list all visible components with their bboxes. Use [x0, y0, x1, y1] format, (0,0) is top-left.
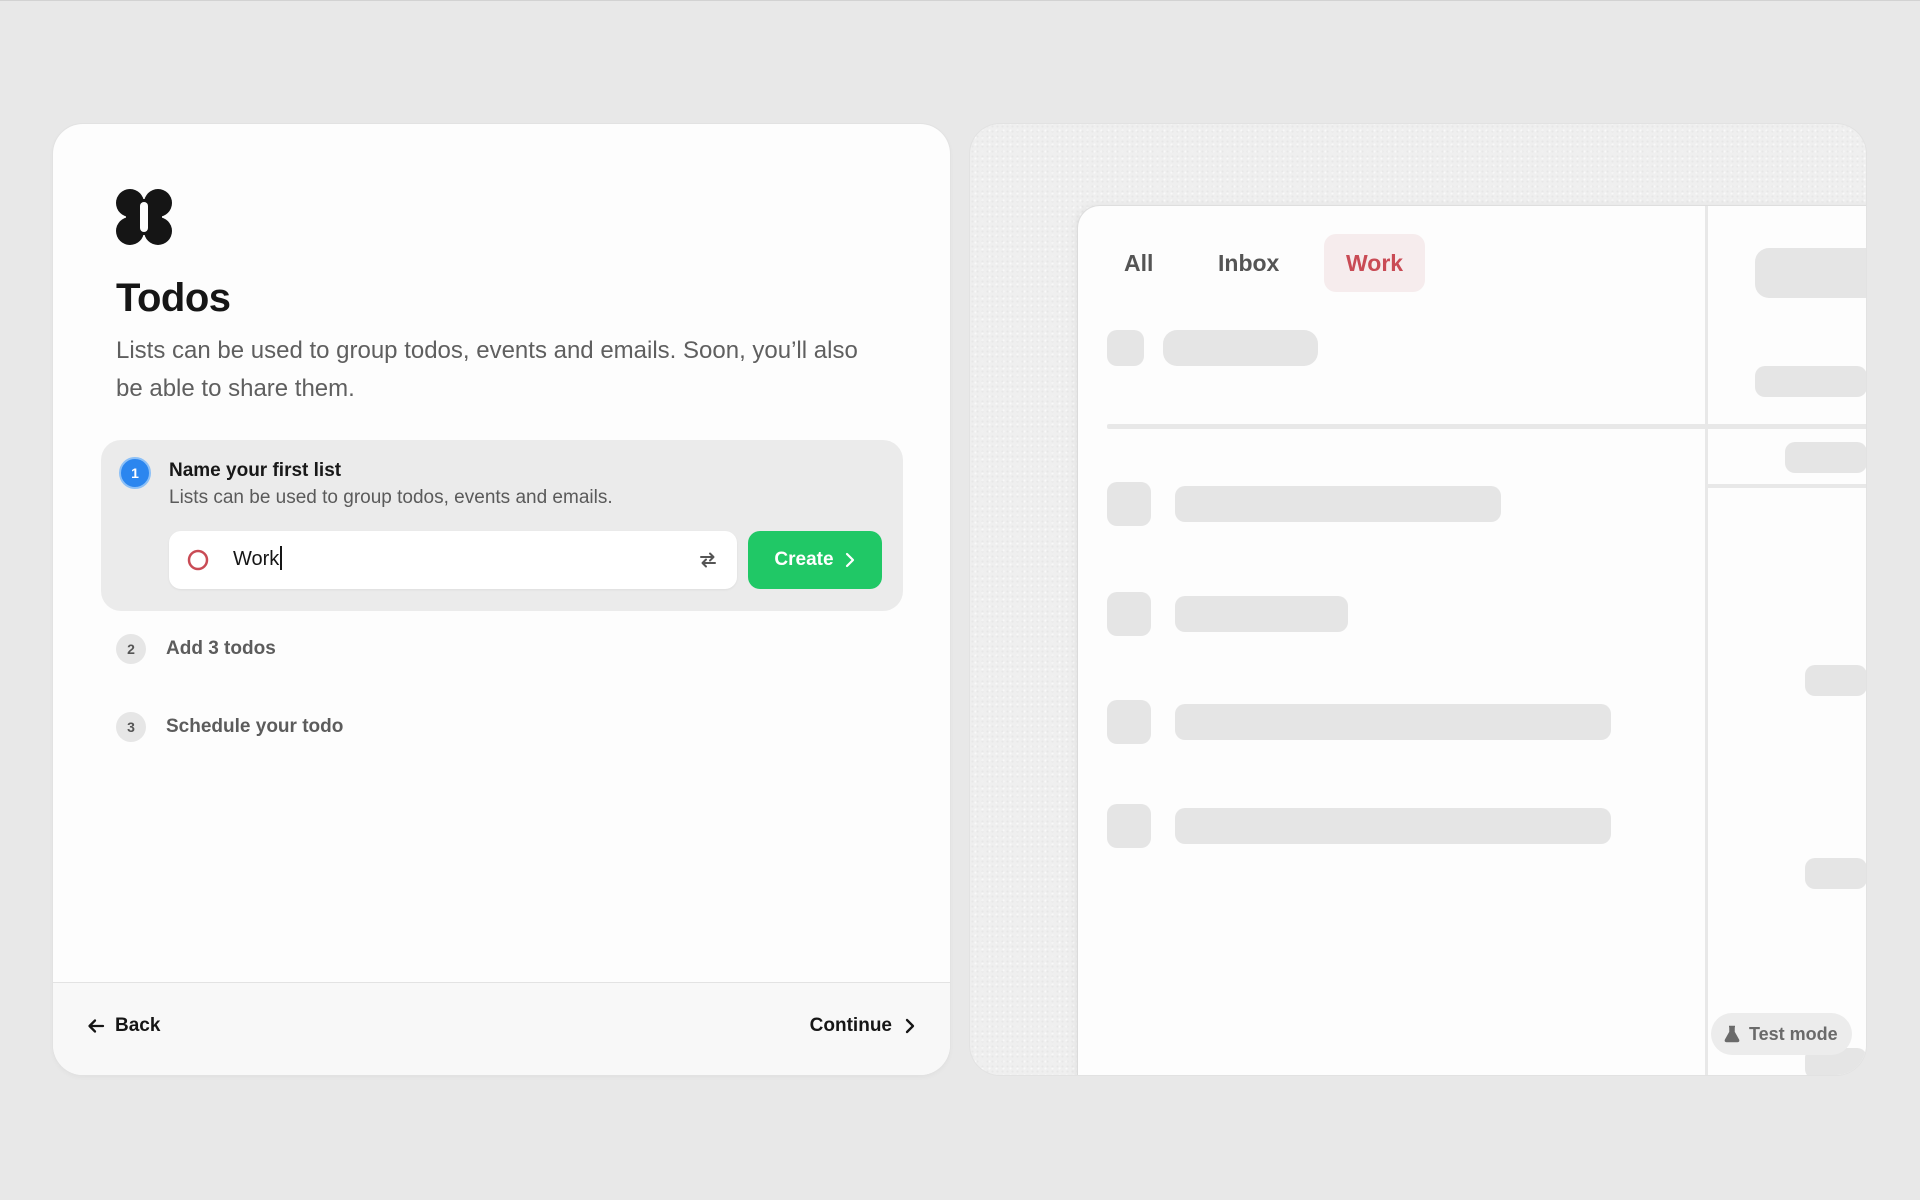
step-3-title: Schedule your todo [166, 716, 344, 737]
step-1-description: Lists can be used to group todos, events… [169, 487, 613, 508]
skeleton-row [1175, 704, 1611, 740]
skeleton-side-item [1755, 366, 1866, 397]
skeleton-heading [1163, 330, 1318, 366]
tab-inbox[interactable]: Inbox [1196, 234, 1301, 292]
preview-side-divider [1708, 484, 1866, 488]
skeleton-checkbox [1107, 330, 1144, 366]
page-description: Lists can be used to group todos, events… [116, 337, 858, 402]
back-button-label: Back [115, 1015, 161, 1036]
continue-button[interactable]: Continue [810, 1015, 916, 1037]
app-preview-window: All Inbox Work [1078, 206, 1866, 1075]
skeleton-row [1175, 486, 1501, 522]
preview-column-divider [1705, 206, 1708, 1075]
skeleton-checkbox [1107, 482, 1151, 526]
skeleton-row [1175, 596, 1348, 632]
create-button[interactable]: Create [748, 531, 882, 589]
step-2-title: Add 3 todos [166, 638, 276, 659]
chevron-right-icon [845, 552, 854, 568]
step-1-title: Name your first list [169, 460, 342, 481]
list-name-input[interactable]: Work [169, 531, 737, 589]
swap-icon[interactable] [697, 549, 719, 571]
create-button-label: Create [774, 549, 834, 570]
test-mode-badge[interactable]: Test mode [1711, 1013, 1852, 1055]
step-3-number: 3 [116, 712, 146, 742]
skeleton-side-item [1805, 858, 1866, 889]
skeleton-side-item [1785, 442, 1866, 473]
step-1-number: 1 [119, 457, 151, 489]
onboarding-card: Todos Lists can be used to group todos, … [53, 124, 950, 1075]
window-top-border [0, 0, 1920, 1]
step-2-number: 2 [116, 634, 146, 664]
back-button[interactable]: Back [87, 1015, 160, 1037]
list-name-value[interactable]: Work [233, 546, 283, 571]
tab-work[interactable]: Work [1324, 234, 1426, 292]
preview-card: All Inbox Work [970, 124, 1866, 1075]
step-1-panel: 1 Name your first list Lists can be used… [101, 440, 903, 611]
app-logo [116, 189, 172, 245]
preview-divider [1107, 424, 1866, 429]
arrow-left-icon [88, 1019, 105, 1033]
skeleton-checkbox [1107, 804, 1151, 848]
skeleton-checkbox [1107, 700, 1151, 744]
test-mode-label: Test mode [1749, 1023, 1838, 1044]
continue-button-label: Continue [809, 1015, 892, 1036]
flask-icon [1724, 1025, 1740, 1043]
skeleton-side-item [1805, 665, 1866, 696]
skeleton-checkbox [1107, 592, 1151, 636]
chevron-right-icon [905, 1018, 915, 1034]
skeleton-side-button [1755, 248, 1866, 298]
circle-outline-icon[interactable] [187, 549, 209, 571]
skeleton-row [1175, 808, 1611, 844]
tab-all[interactable]: All [1102, 234, 1175, 292]
onboarding-footer: Back Continue [53, 982, 950, 1075]
page-title: Todos [116, 276, 231, 320]
text-caret [280, 546, 283, 570]
